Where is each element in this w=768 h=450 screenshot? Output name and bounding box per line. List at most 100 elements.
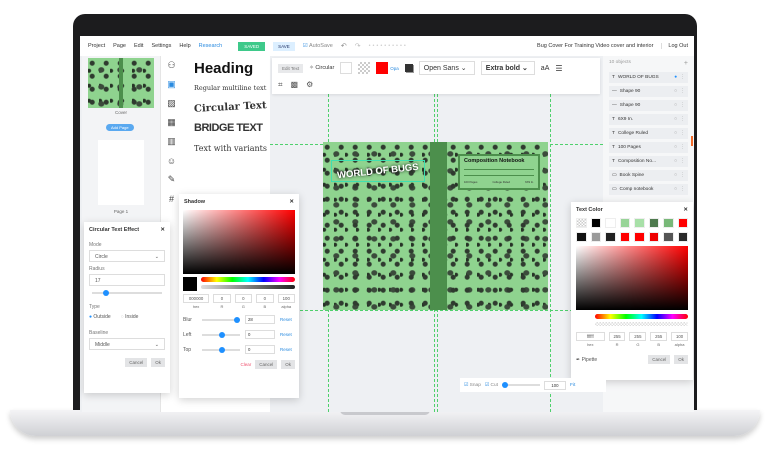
hex-input[interactable]: 000000 (183, 294, 210, 303)
autosave-checkbox[interactable]: ☑ AutoSave (303, 43, 333, 49)
more-icon[interactable]: ⋮ (680, 117, 685, 122)
hue-slider[interactable] (595, 314, 688, 319)
menu-project[interactable]: Project (88, 43, 105, 49)
color-swatch[interactable] (576, 218, 587, 228)
cover-thumbnail[interactable] (88, 58, 154, 108)
menu-settings[interactable]: Settings (151, 43, 171, 49)
color-picker-area[interactable] (576, 246, 688, 310)
undo-icon[interactable]: ↶ (341, 42, 347, 50)
inside-radio[interactable]: ○ Inside (121, 314, 139, 320)
fit-button[interactable]: Fit (570, 383, 575, 388)
ok-button[interactable]: Ok (151, 358, 165, 367)
g-input[interactable]: 255 (629, 332, 647, 341)
object-list-item[interactable]: ▭ Comp notebook ○ ⋮ (609, 184, 688, 195)
bridge-text-element[interactable]: BRIDGE TEXT (194, 122, 263, 134)
book-cover-canvas[interactable]: WORLD OF BUGS Composition Notebook 100 P… (323, 142, 548, 310)
brush-icon[interactable]: ✎ (161, 170, 182, 189)
background-swatch[interactable] (358, 62, 371, 74)
hue-slider[interactable] (201, 277, 295, 282)
visibility-icon[interactable]: ○ (674, 117, 677, 122)
font-family-select[interactable]: Open Sans ⌄ (418, 61, 475, 75)
alpha-input[interactable]: 100 (671, 332, 688, 341)
b-input[interactable]: 0 (256, 294, 274, 303)
color-swatch[interactable] (634, 232, 645, 242)
r-input[interactable]: 0 (213, 294, 231, 303)
more-icon[interactable]: ⋮ (680, 159, 685, 164)
zoom-input[interactable]: 100 (543, 380, 566, 390)
cancel-button[interactable]: Cancel (255, 360, 278, 369)
visibility-icon[interactable]: ○ (674, 173, 677, 178)
circular-button[interactable]: ✧ Circular (309, 65, 334, 71)
object-list-item[interactable]: — Shape 90 ○ ⋮ (609, 100, 688, 111)
variants-text-element[interactable]: Text with variants (194, 144, 267, 153)
shadow-icon[interactable] (404, 64, 413, 72)
object-list-item[interactable]: T College Ruled ○ ⋮ (609, 128, 688, 139)
zoom-slider[interactable] (501, 382, 540, 388)
slider-knob[interactable] (102, 290, 109, 296)
cancel-button[interactable]: Cancel (648, 355, 671, 364)
color-swatch[interactable] (619, 218, 630, 228)
object-list-item[interactable]: T WORLD OF BUGS ● ⋮ (609, 72, 688, 83)
color-swatch[interactable] (634, 218, 645, 228)
more-icon[interactable]: ⋮ (680, 187, 685, 192)
page-1-thumbnail[interactable] (98, 140, 144, 205)
edit-text-button[interactable]: Edit Text (278, 63, 304, 73)
color-swatch[interactable] (605, 218, 616, 228)
color-swatch[interactable] (663, 218, 674, 228)
object-list-item[interactable]: ▭ Book Spine ○ ⋮ (609, 170, 688, 181)
circular-text-element[interactable]: Circular Text (194, 100, 267, 115)
snap-checkbox[interactable]: ☑ Snap (464, 383, 481, 388)
shapes-icon[interactable]: ⚇ (161, 56, 182, 75)
selected-dot-icon[interactable]: ● (674, 75, 677, 80)
clear-button[interactable]: Clear (240, 362, 251, 367)
b-input[interactable]: 255 (650, 332, 668, 341)
color-swatch[interactable] (663, 232, 674, 242)
top-reset-button[interactable]: Reset (280, 347, 292, 352)
color-swatch[interactable] (677, 232, 688, 242)
alpha-input[interactable]: 100 (277, 294, 295, 303)
visibility-icon[interactable]: ○ (674, 103, 677, 108)
outside-radio[interactable]: ● Outside (89, 314, 111, 320)
color-swatch[interactable] (619, 232, 630, 242)
visibility-icon[interactable]: ○ (674, 145, 677, 150)
cancel-button[interactable]: Cancel (125, 358, 148, 367)
qr-icon[interactable]: ▦ (161, 113, 182, 132)
menu-page[interactable]: Page (113, 43, 126, 49)
mode-select[interactable]: Circle ⌄ (89, 250, 165, 262)
text-case-button[interactable]: aA (541, 65, 550, 72)
slider-knob[interactable] (219, 346, 225, 353)
color-swatch[interactable] (648, 232, 659, 242)
menu-research[interactable]: Research (199, 43, 223, 49)
object-list-item[interactable]: — Shape 90 ○ ⋮ (609, 86, 688, 97)
notebook-label[interactable]: Composition Notebook 100 Pages College R… (458, 154, 540, 190)
close-icon[interactable]: ✕ (160, 227, 165, 233)
font-weight-select[interactable]: Extra bold ⌄ (480, 61, 535, 75)
opacity-label[interactable]: Opa (390, 66, 399, 71)
add-page-button[interactable]: Add Page (106, 124, 134, 131)
selected-text-box[interactable]: WORLD OF BUGS (331, 160, 425, 182)
settings-icon[interactable]: ⚙ (306, 80, 313, 90)
more-icon[interactable]: ⋮ (680, 173, 685, 178)
text-color-swatch[interactable] (340, 62, 353, 74)
slider-knob[interactable] (501, 382, 508, 388)
color-swatch[interactable] (576, 232, 587, 242)
world-of-bugs-text[interactable]: WORLD OF BUGS (337, 161, 420, 180)
more-icon[interactable]: ⋮ (680, 103, 685, 108)
visibility-icon[interactable]: ○ (674, 159, 677, 164)
mask-icon[interactable]: ☺ (161, 151, 182, 170)
cut-checkbox[interactable]: ☑ Cut (485, 383, 498, 388)
more-icon[interactable]: ⋮ (680, 131, 685, 136)
heading-element[interactable]: Heading (194, 60, 253, 77)
left-input[interactable]: 0 (245, 330, 275, 339)
menu-help[interactable]: Help (179, 43, 190, 49)
visibility-icon[interactable]: ○ (674, 187, 677, 192)
close-icon[interactable]: ✕ (289, 199, 294, 205)
position-icon[interactable]: ⌗ (278, 80, 283, 90)
more-icon[interactable]: ⋮ (680, 89, 685, 94)
add-object-icon[interactable]: + (684, 60, 688, 67)
pipette-button[interactable]: ✒ Pipette (576, 357, 597, 363)
left-reset-button[interactable]: Reset (280, 332, 292, 337)
more-icon[interactable]: ⋮ (680, 75, 685, 80)
slider-knob[interactable] (219, 331, 225, 338)
save-button[interactable]: SAVE (273, 41, 295, 51)
